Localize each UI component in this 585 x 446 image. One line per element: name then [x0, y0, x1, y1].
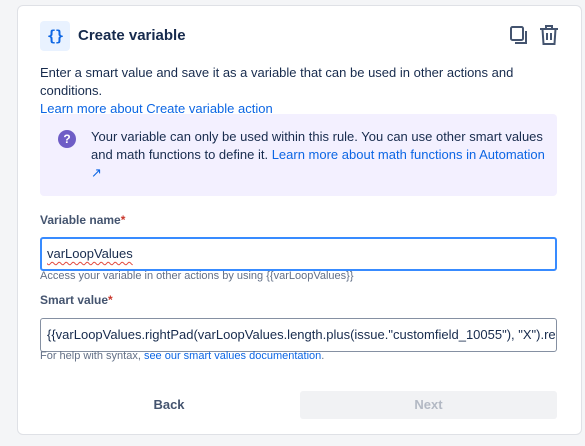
required-indicator: * — [120, 213, 126, 227]
variable-name-label: Variable name* — [40, 213, 126, 227]
smart-value-help: For help with syntax, see our smart valu… — [40, 350, 325, 362]
question-circle-icon: ? — [58, 130, 76, 148]
smart-value-help-text: For help with syntax, — [40, 350, 141, 362]
panel-header: {} Create variable — [40, 20, 561, 54]
back-button[interactable]: Back — [40, 391, 298, 419]
required-indicator: * — [108, 293, 113, 307]
variable-name-input[interactable]: varLoopValues — [40, 237, 557, 271]
info-panel: ? Your variable can only be used within … — [40, 114, 557, 196]
trash-icon — [540, 25, 558, 45]
variable-name-help: Access your variable in other actions by… — [40, 270, 354, 282]
smart-value-label: Smart value* — [40, 293, 113, 307]
delete-button[interactable] — [537, 23, 561, 47]
smart-values-docs-link[interactable]: see our smart values documentation — [144, 350, 321, 362]
description: Enter a smart value and save it as a var… — [40, 64, 570, 118]
next-button[interactable]: Next — [300, 391, 557, 419]
smart-value-input[interactable]: {{varLoopValues.rightPad(varLoopValues.l… — [40, 318, 557, 352]
variable-braces-icon: {} — [40, 21, 70, 51]
info-text: Your variable can only be used within th… — [91, 128, 547, 182]
variable-name-value: varLoopValues — [47, 246, 133, 261]
create-variable-panel: {} Create variable Enter a smart value a… — [17, 5, 582, 435]
panel-title: Create variable — [78, 27, 186, 44]
copy-button[interactable] — [507, 23, 531, 47]
smart-value-text: {{varLoopValues.rightPad(varLoopValues.l… — [47, 327, 557, 342]
copy-icon — [510, 26, 527, 44]
description-text: Enter a smart value and save it as a var… — [40, 65, 514, 98]
